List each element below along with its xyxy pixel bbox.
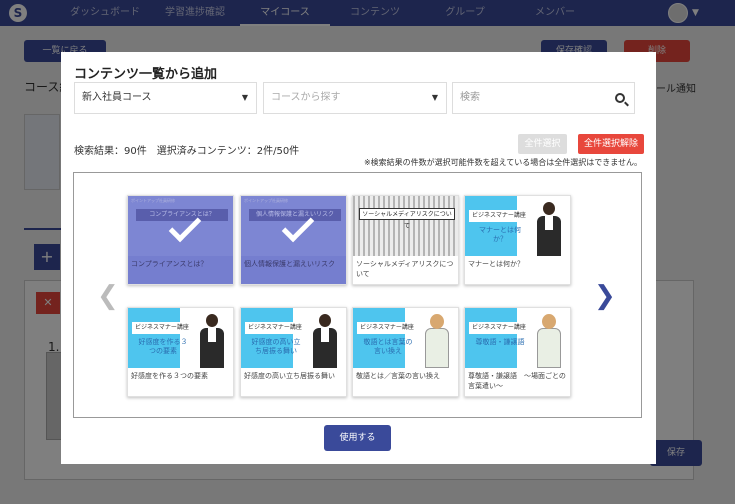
thumb-subtitle: 好感度を作る３つの要素 [138,338,188,355]
thumb-subtitle: 尊敬語・謙譲語 [475,338,525,346]
content-thumbnail: ビジネスマナー講座 好感度の高い立ち居振る舞い [241,308,346,368]
content-thumbnail: ビジネスマナー講座 敬語とは言葉の言い換え [353,308,458,368]
thumb-subtitle: 敬語とは言葉の言い換え [363,338,413,355]
thumb-subtitle: マナーとは何か？ [479,226,521,243]
chevron-left-icon[interactable]: ❮ [97,283,119,309]
presenter-illustration [196,312,228,368]
thumb-title: ビジネスマナー講座 [245,322,315,334]
course-select[interactable]: コースから探す ▼ [263,82,447,114]
content-card[interactable]: ビジネスマナー講座 好感度の高い立ち居振る舞い 好感度の高い立ち居振る舞い [240,307,347,397]
chevron-right-icon[interactable]: ❯ [594,283,616,309]
content-card[interactable]: ソーシャルメディアリスクについて ソーシャルメディアリスクについて [352,195,459,285]
content-carousel: ❮ ❯ ポイントアップ社員研修 コンプライアンスとは？ コンプライアンスとは？ … [73,172,642,418]
thumb-title: ソーシャルメディアリスクについて [359,208,455,230]
content-card-label: 尊敬語・謙譲語 ～場面ごとの言葉遣い～ [468,372,566,390]
search-placeholder: 検索 [460,92,480,103]
content-card-label: 好感度の高い立ち居振る舞い [244,372,335,380]
content-card-label: マナーとは何か？ [468,260,524,268]
select-all-button[interactable]: 全件選択 [518,134,567,154]
modal-title: コンテンツ一覧から追加 [74,67,218,82]
thumb-title: ビジネスマナー講座 [469,322,539,334]
thumb-title: ビジネスマナー講座 [357,322,427,334]
content-card[interactable]: ビジネスマナー講座 マナーとは何か？ マナーとは何か？ [464,195,571,285]
content-card-label: 敬語とは／言葉の言い換え [356,372,440,380]
caret-down-icon: ▼ [431,93,438,102]
thumb-subtitle: 好感度の高い立ち居振る舞い [251,338,301,355]
thumb-title: ビジネスマナー講座 [469,210,539,222]
presenter-illustration [533,200,565,256]
group-select[interactable]: 新入社員コース ▼ [74,82,257,114]
content-card[interactable]: ポイントアップ社員研修 コンプライアンスとは？ コンプライアンスとは？ [127,195,234,285]
selection-note: ※検索結果の件数が選択可能件数を超えている場合は全件選択はできません。 [363,158,642,167]
presenter-illustration [309,312,341,368]
content-card-label: 個人情報保護と漏えいリスク [244,260,335,268]
use-button[interactable]: 使用する [324,425,391,451]
thumb-title: ビジネスマナー講座 [132,322,202,334]
add-content-modal: コンテンツ一覧から追加 新入社員コース ▼ コースから探す ▼ 検索 検索結果：… [61,52,656,464]
group-select-value: 新入社員コース [82,92,152,103]
presenter-illustration [533,312,565,368]
clear-all-selection-button[interactable]: 全件選択解除 [578,134,644,154]
caret-down-icon: ▼ [241,93,248,102]
content-thumbnail: ビジネスマナー講座 尊敬語・謙譲語 [465,308,570,368]
search-input[interactable]: 検索 [452,82,635,114]
content-thumbnail: ビジネスマナー講座 好感度を作る３つの要素 [128,308,233,368]
content-card[interactable]: ビジネスマナー講座 尊敬語・謙譲語 尊敬語・謙譲語 ～場面ごとの言葉遣い～ [464,307,571,397]
content-card[interactable]: ポイントアップ社員研修 個人情報保護と漏えいリスク 個人情報保護と漏えいリスク [240,195,347,285]
content-thumbnail: ソーシャルメディアリスクについて [353,196,458,256]
content-card-label: コンプライアンスとは？ [131,260,208,268]
content-thumbnail: ビジネスマナー講座 マナーとは何か？ [465,196,570,256]
course-select-placeholder: コースから探す [271,92,341,103]
search-icon[interactable] [615,93,625,103]
content-card[interactable]: ビジネスマナー講座 好感度を作る３つの要素 好感度を作る３つの要素 [127,307,234,397]
presenter-illustration [421,312,453,368]
result-summary: 検索結果：90件 選択済みコンテンツ：2件/50件 [74,146,300,157]
content-card-label: ソーシャルメディアリスクについて [356,260,454,278]
content-card-label: 好感度を作る３つの要素 [131,372,208,380]
content-card[interactable]: ビジネスマナー講座 敬語とは言葉の言い換え 敬語とは／言葉の言い換え [352,307,459,397]
